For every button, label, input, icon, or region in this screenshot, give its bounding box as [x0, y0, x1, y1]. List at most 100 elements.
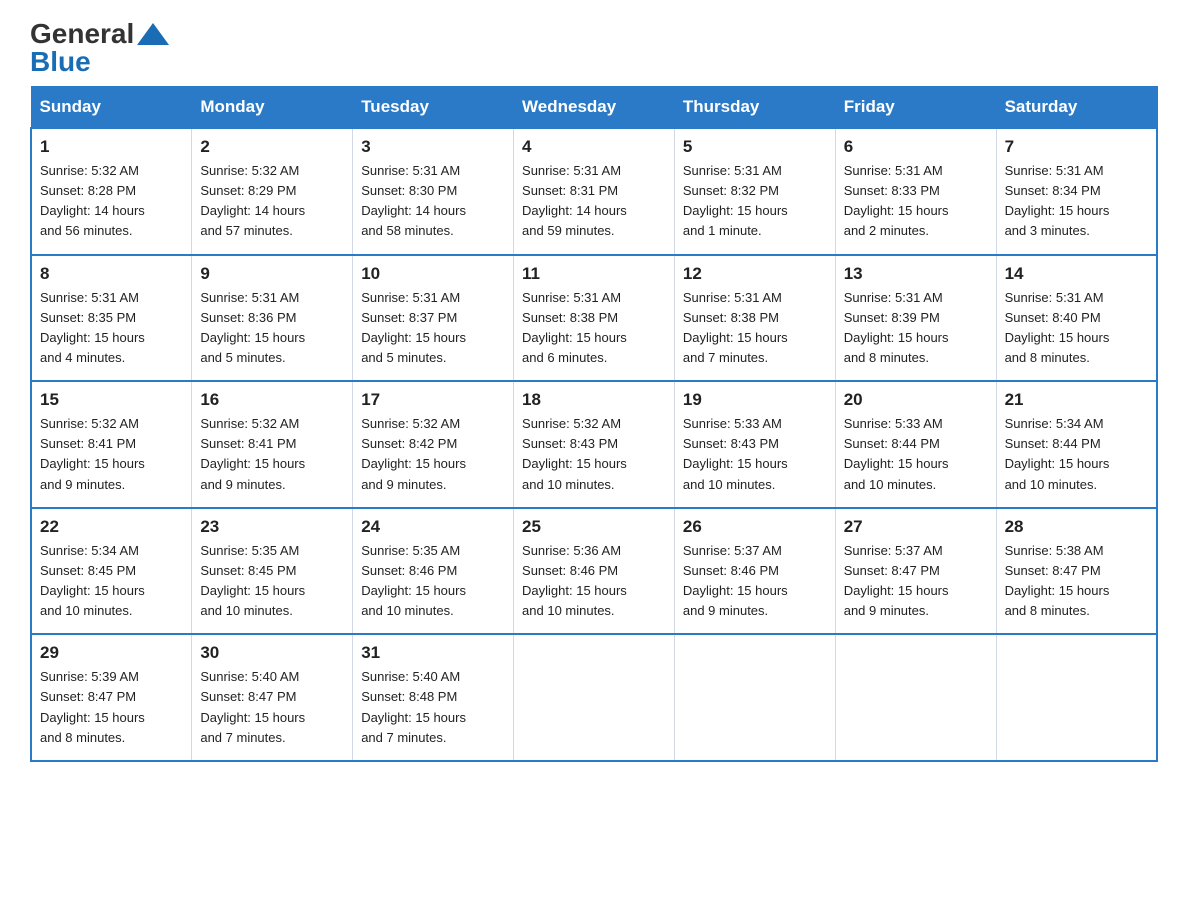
day-cell: 13 Sunrise: 5:31 AM Sunset: 8:39 PM Dayli…	[835, 255, 996, 382]
header-thursday: Thursday	[674, 87, 835, 129]
day-number: 10	[361, 264, 505, 284]
day-number: 6	[844, 137, 988, 157]
day-number: 28	[1005, 517, 1148, 537]
day-info: Sunrise: 5:32 AM Sunset: 8:28 PM Dayligh…	[40, 161, 183, 242]
day-cell: 6 Sunrise: 5:31 AM Sunset: 8:33 PM Daylig…	[835, 128, 996, 255]
day-cell: 9 Sunrise: 5:31 AM Sunset: 8:36 PM Daylig…	[192, 255, 353, 382]
day-number: 24	[361, 517, 505, 537]
day-cell: 19Sunrise: 5:33 AM Sunset: 8:43 PM Dayli…	[674, 381, 835, 508]
day-cell: 7Sunrise: 5:31 AM Sunset: 8:34 PM Daylig…	[996, 128, 1157, 255]
day-info: Sunrise: 5:31 AM Sunset: 8:32 PM Dayligh…	[683, 161, 827, 242]
day-info: Sunrise: 5:31 AM Sunset: 8:35 PM Dayligh…	[40, 288, 183, 369]
logo: General Blue	[30, 20, 169, 76]
day-number: 25	[522, 517, 666, 537]
day-info: Sunrise: 5:31 AM Sunset: 8:40 PM Dayligh…	[1005, 288, 1148, 369]
day-cell: 5 Sunrise: 5:31 AM Sunset: 8:32 PM Daylig…	[674, 128, 835, 255]
day-cell: 28Sunrise: 5:38 AM Sunset: 8:47 PM Dayli…	[996, 508, 1157, 635]
day-info: Sunrise: 5:32 AM Sunset: 8:29 PM Dayligh…	[200, 161, 344, 242]
day-number: 26	[683, 517, 827, 537]
day-cell: 31 Sunrise: 5:40 AM Sunset: 8:48 PM Dayli…	[353, 634, 514, 761]
day-info: Sunrise: 5:39 AM Sunset: 8:47 PM Dayligh…	[40, 667, 183, 748]
day-cell: 18 Sunrise: 5:32 AM Sunset: 8:43 PM Dayli…	[514, 381, 675, 508]
day-info: Sunrise: 5:32 AM Sunset: 8:41 PM Dayligh…	[40, 414, 183, 495]
day-cell: 2 Sunrise: 5:32 AM Sunset: 8:29 PM Daylig…	[192, 128, 353, 255]
logo-general-text: General	[30, 20, 134, 48]
day-cell: 11 Sunrise: 5:31 AM Sunset: 8:38 PM Dayli…	[514, 255, 675, 382]
day-number: 15	[40, 390, 183, 410]
day-info: Sunrise: 5:36 AM Sunset: 8:46 PM Dayligh…	[522, 541, 666, 622]
day-number: 30	[200, 643, 344, 663]
day-number: 5	[683, 137, 827, 157]
day-cell: 25 Sunrise: 5:36 AM Sunset: 8:46 PM Dayli…	[514, 508, 675, 635]
day-cell: 1 Sunrise: 5:32 AM Sunset: 8:28 PM Daylig…	[31, 128, 192, 255]
day-cell: 4Sunrise: 5:31 AM Sunset: 8:31 PM Daylig…	[514, 128, 675, 255]
header-tuesday: Tuesday	[353, 87, 514, 129]
day-info: Sunrise: 5:31 AM Sunset: 8:30 PM Dayligh…	[361, 161, 505, 242]
week-row-3: 15 Sunrise: 5:32 AM Sunset: 8:41 PM Dayli…	[31, 381, 1157, 508]
calendar-table: SundayMondayTuesdayWednesdayThursdayFrid…	[30, 86, 1158, 762]
header-sunday: Sunday	[31, 87, 192, 129]
day-number: 13	[844, 264, 988, 284]
day-number: 20	[844, 390, 988, 410]
day-number: 11	[522, 264, 666, 284]
day-number: 3	[361, 137, 505, 157]
day-number: 12	[683, 264, 827, 284]
logo-blue-text: Blue	[30, 46, 91, 77]
week-row-2: 8 Sunrise: 5:31 AM Sunset: 8:35 PM Daylig…	[31, 255, 1157, 382]
day-cell: 22Sunrise: 5:34 AM Sunset: 8:45 PM Dayli…	[31, 508, 192, 635]
day-info: Sunrise: 5:35 AM Sunset: 8:46 PM Dayligh…	[361, 541, 505, 622]
day-info: Sunrise: 5:31 AM Sunset: 8:37 PM Dayligh…	[361, 288, 505, 369]
day-number: 18	[522, 390, 666, 410]
day-info: Sunrise: 5:31 AM Sunset: 8:36 PM Dayligh…	[200, 288, 344, 369]
header-wednesday: Wednesday	[514, 87, 675, 129]
day-info: Sunrise: 5:34 AM Sunset: 8:44 PM Dayligh…	[1005, 414, 1148, 495]
header-saturday: Saturday	[996, 87, 1157, 129]
day-number: 16	[200, 390, 344, 410]
day-cell: 23Sunrise: 5:35 AM Sunset: 8:45 PM Dayli…	[192, 508, 353, 635]
day-cell: 30 Sunrise: 5:40 AM Sunset: 8:47 PM Dayli…	[192, 634, 353, 761]
day-info: Sunrise: 5:31 AM Sunset: 8:34 PM Dayligh…	[1005, 161, 1148, 242]
day-info: Sunrise: 5:32 AM Sunset: 8:43 PM Dayligh…	[522, 414, 666, 495]
day-cell: 14 Sunrise: 5:31 AM Sunset: 8:40 PM Dayli…	[996, 255, 1157, 382]
day-cell: 10 Sunrise: 5:31 AM Sunset: 8:37 PM Dayli…	[353, 255, 514, 382]
day-cell: 21Sunrise: 5:34 AM Sunset: 8:44 PM Dayli…	[996, 381, 1157, 508]
header-friday: Friday	[835, 87, 996, 129]
day-cell	[996, 634, 1157, 761]
day-info: Sunrise: 5:31 AM Sunset: 8:33 PM Dayligh…	[844, 161, 988, 242]
logo-arrow-icon	[137, 23, 169, 45]
day-number: 31	[361, 643, 505, 663]
day-cell: 8 Sunrise: 5:31 AM Sunset: 8:35 PM Daylig…	[31, 255, 192, 382]
day-info: Sunrise: 5:40 AM Sunset: 8:48 PM Dayligh…	[361, 667, 505, 748]
day-number: 27	[844, 517, 988, 537]
day-info: Sunrise: 5:31 AM Sunset: 8:38 PM Dayligh…	[683, 288, 827, 369]
day-cell	[514, 634, 675, 761]
day-number: 4	[522, 137, 666, 157]
day-info: Sunrise: 5:34 AM Sunset: 8:45 PM Dayligh…	[40, 541, 183, 622]
day-cell: 16Sunrise: 5:32 AM Sunset: 8:41 PM Dayli…	[192, 381, 353, 508]
day-info: Sunrise: 5:32 AM Sunset: 8:42 PM Dayligh…	[361, 414, 505, 495]
day-cell: 29 Sunrise: 5:39 AM Sunset: 8:47 PM Dayli…	[31, 634, 192, 761]
day-cell: 12 Sunrise: 5:31 AM Sunset: 8:38 PM Dayli…	[674, 255, 835, 382]
day-cell: 27 Sunrise: 5:37 AM Sunset: 8:47 PM Dayli…	[835, 508, 996, 635]
day-cell: 24 Sunrise: 5:35 AM Sunset: 8:46 PM Dayli…	[353, 508, 514, 635]
header-row: SundayMondayTuesdayWednesdayThursdayFrid…	[31, 87, 1157, 129]
day-number: 23	[200, 517, 344, 537]
day-info: Sunrise: 5:37 AM Sunset: 8:47 PM Dayligh…	[844, 541, 988, 622]
day-info: Sunrise: 5:31 AM Sunset: 8:38 PM Dayligh…	[522, 288, 666, 369]
day-number: 2	[200, 137, 344, 157]
day-number: 8	[40, 264, 183, 284]
day-number: 29	[40, 643, 183, 663]
day-number: 19	[683, 390, 827, 410]
week-row-1: 1 Sunrise: 5:32 AM Sunset: 8:28 PM Daylig…	[31, 128, 1157, 255]
day-info: Sunrise: 5:31 AM Sunset: 8:39 PM Dayligh…	[844, 288, 988, 369]
day-cell	[674, 634, 835, 761]
day-number: 14	[1005, 264, 1148, 284]
day-cell: 26 Sunrise: 5:37 AM Sunset: 8:46 PM Dayli…	[674, 508, 835, 635]
day-number: 9	[200, 264, 344, 284]
day-cell: 15 Sunrise: 5:32 AM Sunset: 8:41 PM Dayli…	[31, 381, 192, 508]
day-info: Sunrise: 5:37 AM Sunset: 8:46 PM Dayligh…	[683, 541, 827, 622]
day-cell: 20Sunrise: 5:33 AM Sunset: 8:44 PM Dayli…	[835, 381, 996, 508]
day-number: 1	[40, 137, 183, 157]
page-header: General Blue	[30, 20, 1158, 76]
day-info: Sunrise: 5:40 AM Sunset: 8:47 PM Dayligh…	[200, 667, 344, 748]
